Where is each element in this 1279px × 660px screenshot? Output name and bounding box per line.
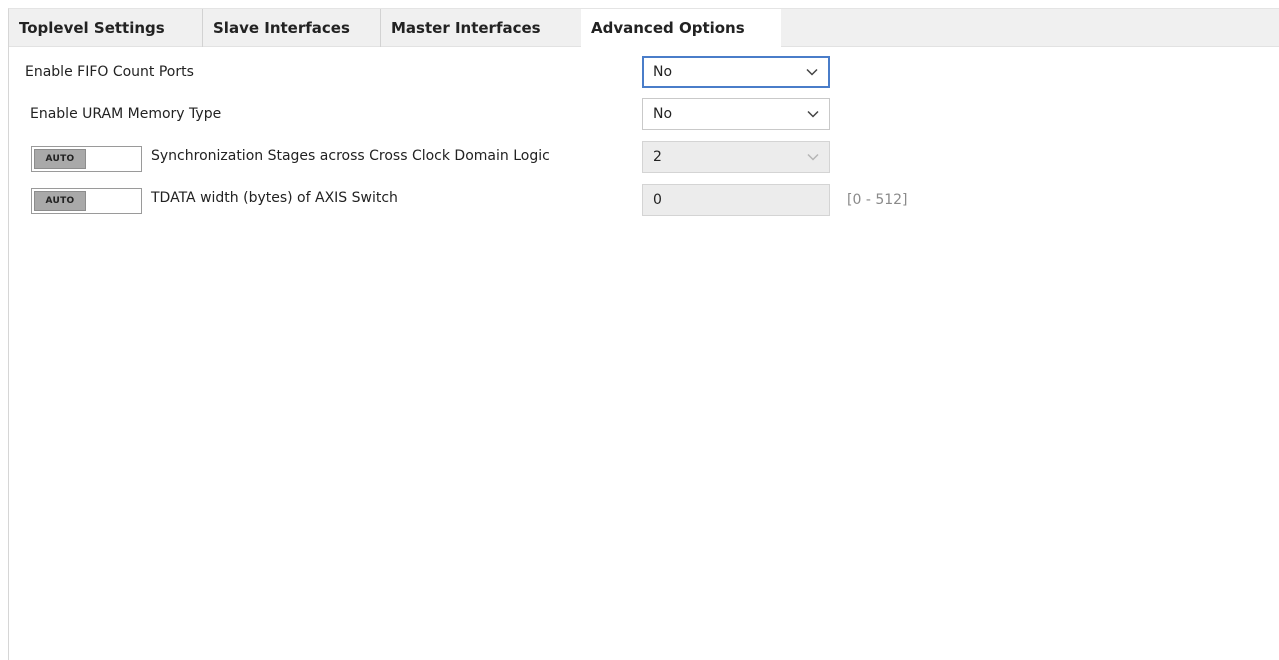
tdata-width-auto-toggle[interactable]: AUTO <box>31 188 142 214</box>
tab-bar: Toplevel Settings Slave Interfaces Maste… <box>9 9 1279 48</box>
chevron-down-icon <box>806 58 818 86</box>
fifo-count-value: No <box>653 64 673 80</box>
tab-toplevel-settings[interactable]: Toplevel Settings <box>9 9 203 47</box>
tab-advanced-options[interactable]: Advanced Options <box>581 9 781 48</box>
tdata-width-range: [0 - 512] <box>847 192 908 208</box>
tab-master-interfaces[interactable]: Master Interfaces <box>381 9 581 47</box>
chevron-down-icon <box>807 99 819 129</box>
auto-toggle-knob: AUTO <box>34 149 86 169</box>
uram-select[interactable]: No <box>642 98 830 130</box>
fifo-count-select[interactable]: No <box>642 56 830 88</box>
sync-stages-value: 2 <box>653 149 662 165</box>
uram-label: Enable URAM Memory Type <box>30 106 222 122</box>
tdata-width-input: 0 <box>642 184 830 216</box>
tdata-width-label: TDATA width (bytes) of AXIS Switch <box>151 190 398 206</box>
tab-slave-interfaces[interactable]: Slave Interfaces <box>203 9 381 47</box>
sync-stages-label: Synchronization Stages across Cross Cloc… <box>151 148 550 164</box>
chevron-down-icon <box>807 142 819 172</box>
uram-value: No <box>653 106 673 122</box>
fifo-count-label: Enable FIFO Count Ports <box>25 64 194 80</box>
ip-customization-panel: Toplevel Settings Slave Interfaces Maste… <box>8 8 1279 660</box>
sync-stages-auto-toggle[interactable]: AUTO <box>31 146 142 172</box>
sync-stages-select: 2 <box>642 141 830 173</box>
auto-toggle-knob: AUTO <box>34 191 86 211</box>
